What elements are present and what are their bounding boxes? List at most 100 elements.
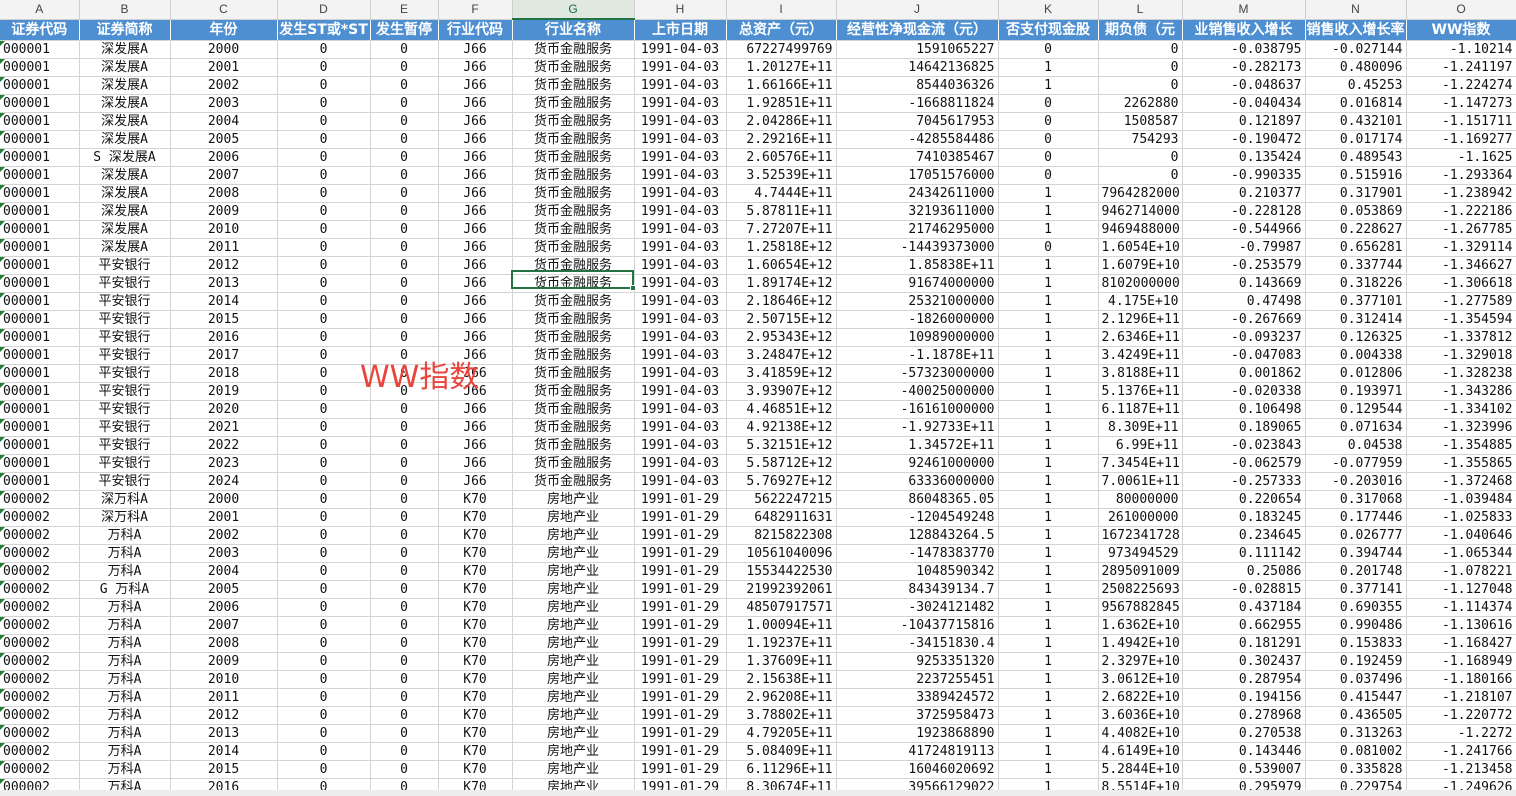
table-cell[interactable]: 000002	[0, 634, 80, 653]
table-cell[interactable]: J66	[438, 472, 513, 491]
table-cell[interactable]: 000001	[0, 76, 80, 95]
table-cell[interactable]: 0	[998, 130, 1099, 149]
table-cell[interactable]: 0	[1098, 40, 1183, 59]
table-cell[interactable]: 1991-04-03	[634, 76, 727, 95]
table-cell[interactable]: 3.52539E+11	[726, 166, 837, 185]
table-cell[interactable]: 房地产业	[512, 544, 635, 563]
table-cell[interactable]: K70	[438, 760, 513, 779]
table-cell[interactable]: 万科A	[79, 652, 171, 671]
table-cell[interactable]: 0	[998, 40, 1099, 59]
table-cell[interactable]: 0	[370, 274, 439, 293]
table-cell[interactable]: 6.11296E+11	[726, 760, 837, 779]
table-cell[interactable]: 1	[998, 256, 1099, 275]
table-cell[interactable]: 1	[998, 436, 1099, 455]
table-cell[interactable]: 2011	[170, 238, 278, 257]
table-cell[interactable]: J66	[438, 310, 513, 329]
table-cell[interactable]: 2.29216E+11	[726, 130, 837, 149]
table-cell[interactable]: 0	[277, 436, 371, 455]
table-cell[interactable]: 1591065227	[836, 40, 999, 59]
table-cell[interactable]: -1.169277	[1406, 130, 1516, 149]
table-cell[interactable]: 21746295000	[836, 220, 999, 239]
table-cell[interactable]: 000001	[0, 400, 80, 419]
table-cell[interactable]: -1.130616	[1406, 616, 1516, 635]
table-cell[interactable]: -0.79987	[1182, 238, 1306, 257]
table-cell[interactable]: 1.6079E+10	[1098, 256, 1183, 275]
table-cell[interactable]: 000001	[0, 184, 80, 203]
table-cell[interactable]: 平安银行	[79, 328, 171, 347]
table-cell[interactable]: 1.6362E+10	[1098, 616, 1183, 635]
table-cell[interactable]: 房地产业	[512, 724, 635, 743]
table-cell[interactable]: 0.106498	[1182, 400, 1306, 419]
table-cell[interactable]: -0.048637	[1182, 76, 1306, 95]
table-cell[interactable]: 0	[277, 328, 371, 347]
field-header-cell[interactable]: 销售收入增长率	[1305, 19, 1407, 41]
table-cell[interactable]: 0.111142	[1182, 544, 1306, 563]
table-cell[interactable]: 0	[370, 94, 439, 113]
table-cell[interactable]: 1.89174E+12	[726, 274, 837, 293]
table-cell[interactable]: 000002	[0, 616, 80, 635]
table-cell[interactable]: J66	[438, 148, 513, 167]
table-cell[interactable]: 2022	[170, 436, 278, 455]
table-cell[interactable]: 货币金融服务	[512, 418, 635, 437]
table-cell[interactable]: S 深发展A	[79, 148, 171, 167]
table-cell[interactable]: 0.189065	[1182, 418, 1306, 437]
column-header-f[interactable]: F	[438, 0, 513, 20]
table-cell[interactable]: J66	[438, 364, 513, 383]
table-cell[interactable]: 1	[998, 454, 1099, 473]
table-cell[interactable]: 货币金融服务	[512, 166, 635, 185]
table-cell[interactable]: 0.234645	[1182, 526, 1306, 545]
table-cell[interactable]: 0	[370, 490, 439, 509]
table-cell[interactable]: 0	[277, 580, 371, 599]
table-cell[interactable]: K70	[438, 688, 513, 707]
table-cell[interactable]: 0	[277, 526, 371, 545]
table-cell[interactable]: 0.201748	[1305, 562, 1407, 581]
table-cell[interactable]: 000001	[0, 166, 80, 185]
fill-handle[interactable]	[630, 285, 636, 291]
table-cell[interactable]: 1	[998, 526, 1099, 545]
field-header-cell[interactable]: 发生ST或*ST	[277, 19, 371, 41]
table-cell[interactable]: 0.47498	[1182, 292, 1306, 311]
table-cell[interactable]: 2.1296E+11	[1098, 310, 1183, 329]
table-cell[interactable]: 货币金融服务	[512, 346, 635, 365]
table-cell[interactable]: 1	[998, 184, 1099, 203]
table-cell[interactable]: 0	[277, 292, 371, 311]
column-header-g[interactable]: G	[512, 0, 635, 20]
table-cell[interactable]: -1204549248	[836, 508, 999, 527]
table-cell[interactable]: 32193611000	[836, 202, 999, 221]
field-header-cell[interactable]: 上市日期	[634, 19, 727, 41]
table-cell[interactable]: -1.277589	[1406, 292, 1516, 311]
column-header-h[interactable]: H	[634, 0, 727, 20]
table-cell[interactable]: 9462714000	[1098, 202, 1183, 221]
table-cell[interactable]: -1.114374	[1406, 598, 1516, 617]
table-cell[interactable]: 2012	[170, 706, 278, 725]
table-cell[interactable]: 000001	[0, 148, 80, 167]
table-cell[interactable]: J66	[438, 346, 513, 365]
table-cell[interactable]: 0	[370, 526, 439, 545]
table-cell[interactable]: 000002	[0, 670, 80, 689]
table-cell[interactable]: 1	[998, 382, 1099, 401]
table-cell[interactable]: -0.190472	[1182, 130, 1306, 149]
table-cell[interactable]: 3.78802E+11	[726, 706, 837, 725]
table-cell[interactable]: 2014	[170, 292, 278, 311]
table-cell[interactable]: -1.334102	[1406, 400, 1516, 419]
table-cell[interactable]: 000001	[0, 346, 80, 365]
table-cell[interactable]: 0.25086	[1182, 562, 1306, 581]
table-cell[interactable]: 货币金融服务	[512, 112, 635, 131]
table-cell[interactable]: -0.093237	[1182, 328, 1306, 347]
table-cell[interactable]: 平安银行	[79, 454, 171, 473]
table-cell[interactable]: 000001	[0, 472, 80, 491]
table-cell[interactable]: 货币金融服务	[512, 130, 635, 149]
table-cell[interactable]: 0	[277, 472, 371, 491]
table-cell[interactable]: 0.183245	[1182, 508, 1306, 527]
table-cell[interactable]: 7045617953	[836, 112, 999, 131]
table-cell[interactable]: 万科A	[79, 742, 171, 761]
table-cell[interactable]: 0	[277, 616, 371, 635]
table-cell[interactable]: -1.1625	[1406, 148, 1516, 167]
table-cell[interactable]: 000002	[0, 490, 80, 509]
table-cell[interactable]: -1.92733E+11	[836, 418, 999, 437]
table-cell[interactable]: 平安银行	[79, 418, 171, 437]
table-cell[interactable]: -1.213458	[1406, 760, 1516, 779]
table-cell[interactable]: 10989000000	[836, 328, 999, 347]
table-cell[interactable]: 1991-01-29	[634, 508, 727, 527]
table-cell[interactable]: 1	[998, 670, 1099, 689]
